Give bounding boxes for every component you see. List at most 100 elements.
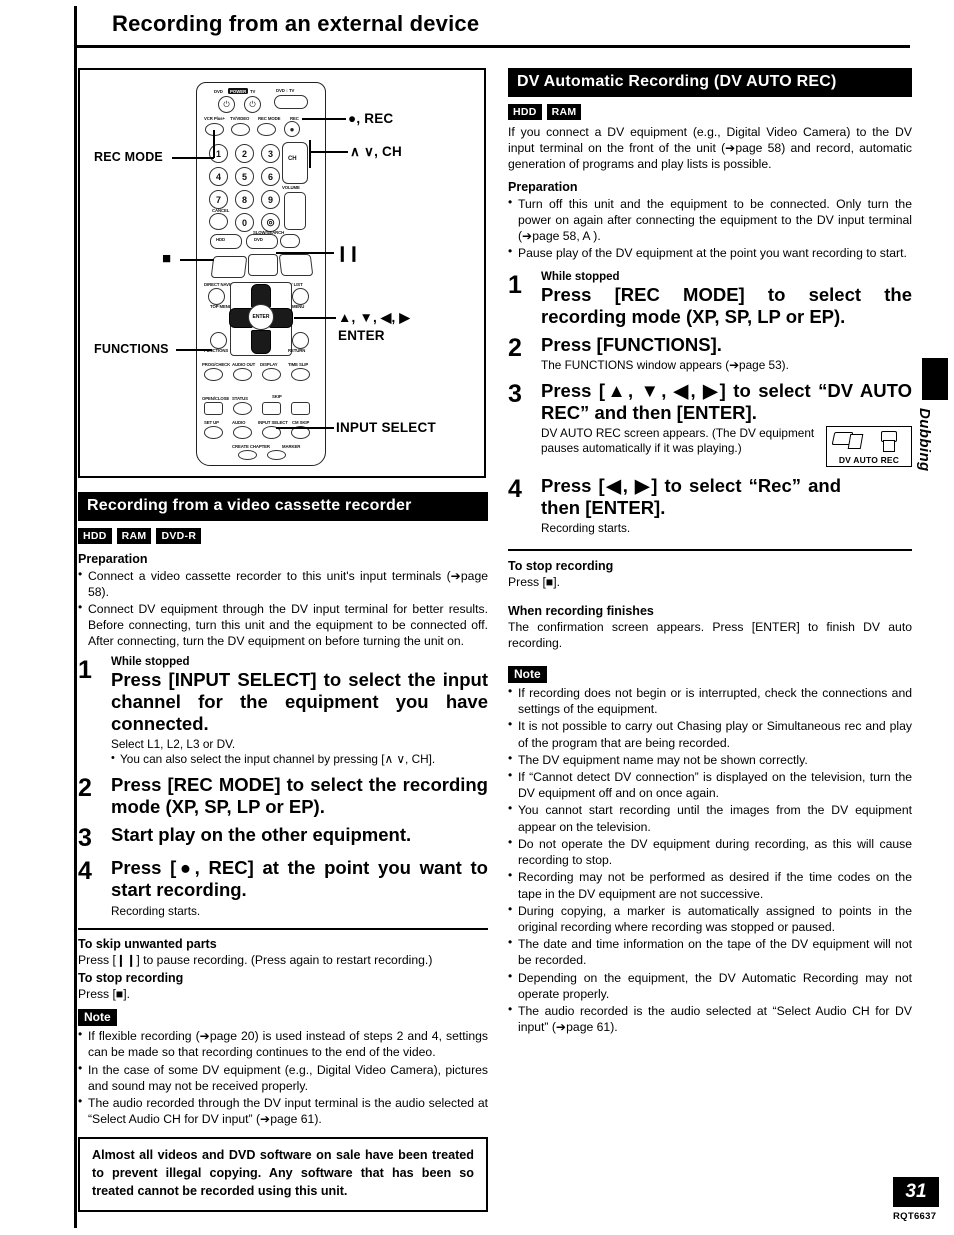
callout-ch: ∧ ∨, CH	[350, 144, 402, 159]
dv-intro-text: If you connect a DV equipment (e.g., Dig…	[508, 124, 912, 171]
list-item: During copying, a marker is automaticall…	[508, 902, 912, 935]
dv-auto-rec-figure: DV AUTO REC	[826, 425, 912, 467]
remote-button-return[interactable]	[292, 332, 309, 349]
step-instruction: Press [REC MODE] to select the recording…	[111, 773, 488, 817]
stop-heading-left: To stop recording	[78, 970, 184, 985]
step-number: 4	[78, 857, 92, 886]
media-chip-ram: RAM	[116, 528, 152, 544]
remote-button-rec[interactable]: ●	[284, 121, 300, 137]
remote-button-audio-out[interactable]	[233, 368, 252, 381]
remote-row-func	[204, 368, 310, 381]
section-header-vcr: Recording from a video cassette recorder	[78, 492, 488, 521]
remote-label-status: STATUS	[232, 396, 248, 401]
step-number: 3	[78, 824, 92, 853]
step-number: 2	[508, 334, 522, 363]
remote-label-cm-skip: CM SKIP	[292, 420, 310, 425]
side-tab-marker	[922, 358, 948, 400]
remote-button-2[interactable]: 2	[235, 144, 254, 163]
finish-heading: When recording finishes	[508, 603, 654, 618]
list-item: If “Cannot detect DV connection” is disp…	[508, 768, 912, 801]
remote-rocker-volume[interactable]	[284, 192, 306, 230]
step-1-right: 1 While stopped Press [REC MODE] to sele…	[508, 271, 912, 328]
remote-button-8[interactable]: 8	[235, 190, 254, 209]
step-instruction: Press [FUNCTIONS].	[541, 334, 722, 356]
step-detail: Select L1, L2, L3 or DV.	[111, 737, 236, 752]
remote-button-play-list[interactable]	[292, 288, 309, 305]
remote-button-0[interactable]: 0	[235, 213, 254, 232]
remote-button-pause[interactable]	[248, 254, 278, 276]
remote-button-play[interactable]	[278, 254, 314, 276]
step-precondition: While stopped	[541, 270, 620, 283]
callout-stop: ■	[162, 250, 172, 267]
remote-row-open	[204, 402, 310, 415]
remote-button-1[interactable]: 1	[209, 144, 228, 163]
stop-text-left: Press [■].	[78, 986, 131, 1001]
remote-button-skip-fwd[interactable]	[291, 402, 310, 415]
step-instruction: Press [▲, ▼, ◀, ▶] to select “DV AUTO RE…	[541, 379, 912, 423]
remote-switch-dvd-tv[interactable]	[274, 95, 308, 109]
leader-ch-v	[309, 140, 311, 168]
remote-button-direct-navigator[interactable]	[208, 288, 225, 305]
remote-label-input-select: INPUT SELECT	[258, 420, 288, 425]
note-bullets-left: If flexible recording (➔page 20) is used…	[78, 1027, 488, 1127]
remote-label-set-up: SET UP	[204, 420, 219, 425]
preparation-heading-left: Preparation	[78, 551, 148, 566]
remote-button-4[interactable]: 4	[209, 167, 228, 186]
remote-dpad-down[interactable]	[251, 330, 271, 354]
leader-rec-mode-v	[213, 130, 215, 158]
remote-label-vcr-plus: VCR Plus+	[204, 116, 225, 121]
remote-button-cancel[interactable]	[209, 213, 228, 230]
remote-row-transport-top	[205, 123, 276, 136]
remote-button-status[interactable]	[233, 402, 252, 415]
remote-button-vcr-plus[interactable]	[205, 123, 224, 136]
stop-text-right: Press [■].	[508, 574, 561, 589]
remote-button-rec-mode[interactable]	[257, 123, 276, 136]
right-column: DV Automatic Recording (DV AUTO REC) HDD…	[508, 68, 912, 1036]
remote-button-set-up[interactable]	[204, 426, 223, 439]
step-precondition: While stopped	[111, 655, 190, 668]
remote-label-hdd: HDD	[216, 237, 226, 242]
remote-button-open-close[interactable]	[204, 402, 223, 415]
preparation-heading-right: Preparation	[508, 179, 578, 194]
remote-button-time-slip[interactable]	[291, 368, 310, 381]
remote-button-skip-back[interactable]	[262, 402, 281, 415]
remote-button-display[interactable]	[262, 368, 281, 381]
step-instruction: Press [INPUT SELECT] to select the input…	[111, 668, 488, 734]
step-instruction: Press [REC MODE] to select the recording…	[541, 283, 912, 327]
remote-button-marker[interactable]	[267, 450, 286, 460]
remote-button-tv-video[interactable]	[231, 123, 250, 136]
remote-button-prog-check[interactable]	[204, 368, 223, 381]
remote-button-audio[interactable]	[233, 426, 252, 439]
callout-functions: FUNCTIONS	[94, 342, 169, 356]
remote-rocker-channel[interactable]	[282, 142, 308, 184]
remote-button-tv-power[interactable]: ⏻	[244, 96, 261, 113]
dv-auto-rec-artwork	[831, 429, 907, 455]
section-header-dv: DV Automatic Recording (DV AUTO REC)	[508, 68, 912, 97]
remote-button-7[interactable]: 7	[209, 190, 228, 209]
remote-button-3[interactable]: 3	[261, 144, 280, 163]
remote-row-789: 7 8 9	[209, 190, 280, 209]
skip-heading: To skip unwanted parts	[78, 936, 217, 951]
remote-button-6[interactable]: 6	[261, 167, 280, 186]
list-item: If flexible recording (➔page 20) is used…	[78, 1027, 488, 1060]
remote-button-dvd-power[interactable]: ⏻	[218, 96, 235, 113]
remote-button-9[interactable]: 9	[261, 190, 280, 209]
remote-label-open-close: OPEN/CLOSE	[202, 396, 230, 401]
leader-rec	[302, 118, 346, 120]
callout-rec: ●, REC	[348, 111, 394, 126]
remote-label-prog-check: PROG/CHECK	[202, 362, 231, 367]
remote-button-rewind[interactable]	[280, 234, 300, 248]
remote-button-create-chapter[interactable]	[238, 450, 257, 460]
list-item: Pause play of the DV equipment at the po…	[508, 244, 912, 261]
remote-button-hdd[interactable]	[210, 234, 242, 249]
remote-button-enter[interactable]: ENTER	[248, 304, 274, 330]
remote-button-stop[interactable]	[210, 256, 248, 278]
remote-button-functions[interactable]	[210, 332, 227, 349]
note-badge-left: Note	[78, 1009, 117, 1027]
leader-ch	[310, 151, 348, 153]
callout-input-select: INPUT SELECT	[336, 420, 436, 435]
divider-right	[508, 548, 912, 551]
remote-button-5[interactable]: 5	[235, 167, 254, 186]
step-number: 3	[508, 379, 522, 408]
remote-label-time-slip: TIME SLIP	[288, 362, 309, 367]
